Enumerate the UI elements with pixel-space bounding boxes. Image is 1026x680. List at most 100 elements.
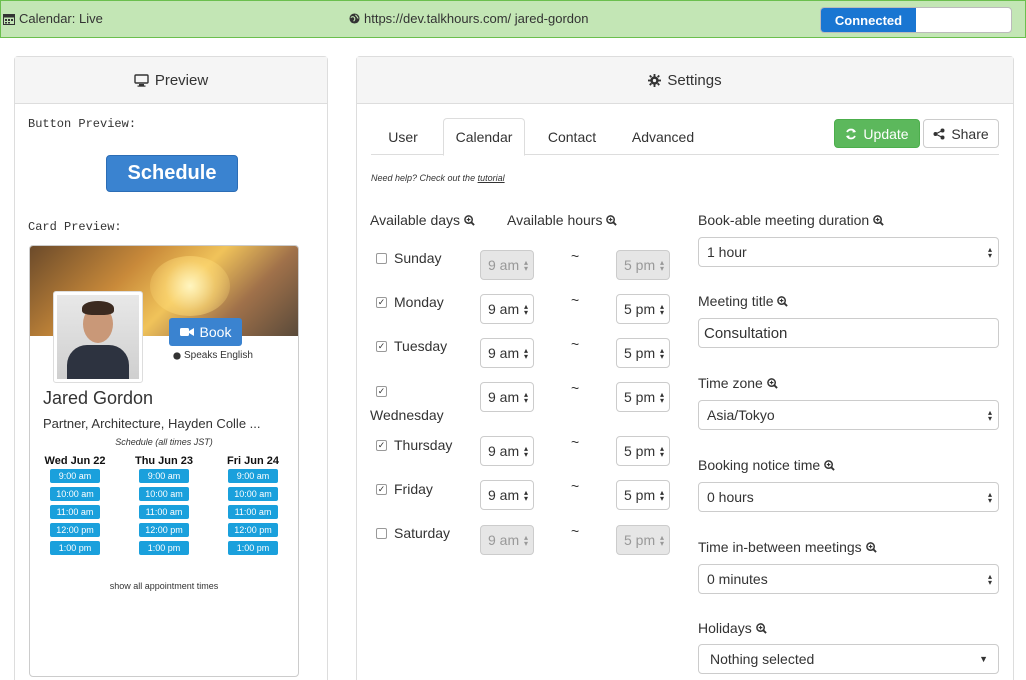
gear-icon xyxy=(648,73,662,87)
calendar-icon xyxy=(3,13,15,25)
profile-url[interactable]: https://dev.talkhours.com/ jared-gordon xyxy=(349,11,589,26)
zoom-in-icon[interactable] xyxy=(865,541,877,553)
share-button[interactable]: Share xyxy=(923,119,999,148)
day-checkbox-thursday[interactable]: ✓ xyxy=(376,440,387,451)
end-time-select[interactable]: 5 pm ▴ ▾ xyxy=(616,294,670,324)
zoom-in-icon[interactable] xyxy=(873,214,884,226)
notice-select[interactable]: 0 hours ▴ ▾ xyxy=(698,482,999,512)
time-slot[interactable]: 9:00 am xyxy=(228,469,278,483)
day-header: Thu Jun 23 xyxy=(134,455,194,467)
share-icon xyxy=(933,128,945,139)
between-value: 0 minutes xyxy=(707,571,768,587)
time-slot[interactable]: 10:00 am xyxy=(228,487,278,501)
time-slot[interactable]: 12:00 pm xyxy=(139,523,189,537)
time-slot[interactable]: 9:00 am xyxy=(50,469,100,483)
available-days-label: Available days xyxy=(370,212,475,228)
end-time-value: 5 pm xyxy=(624,487,656,503)
zoom-in-icon[interactable] xyxy=(777,295,789,307)
time-slot[interactable]: 10:00 am xyxy=(139,487,189,501)
time-slot[interactable]: 10:00 am xyxy=(50,487,100,501)
card-name: Jared Gordon xyxy=(43,388,154,408)
end-time-select: 5 pm ▴ ▾ xyxy=(616,250,670,280)
language-text: Speaks English xyxy=(184,350,253,361)
range-separator: ~ xyxy=(571,523,580,539)
end-time-select[interactable]: 5 pm ▴ ▾ xyxy=(616,338,670,368)
meeting-title-input[interactable]: Consultation xyxy=(698,318,999,348)
tab-user[interactable]: User xyxy=(371,118,435,155)
time-slot[interactable]: 11:00 am xyxy=(139,505,189,519)
end-time-value: 5 pm xyxy=(624,389,656,405)
start-time-select[interactable]: 9 am ▴ ▾ xyxy=(480,294,534,324)
tab-advanced[interactable]: Advanced xyxy=(621,118,705,155)
between-label-text: Time in-between meetings xyxy=(698,539,862,555)
notice-label-text: Booking notice time xyxy=(698,457,821,473)
end-time-select[interactable]: 5 pm ▴ ▾ xyxy=(616,382,670,412)
day-label-saturday: Saturday xyxy=(394,525,451,541)
duration-label-text: Book-able meeting duration xyxy=(698,212,870,228)
day-checkbox-tuesday[interactable]: ✓ xyxy=(376,341,387,352)
day-header: Wed Jun 22 xyxy=(44,455,106,467)
start-time-select[interactable]: 9 am ▴ ▾ xyxy=(480,436,534,466)
time-slot[interactable]: 1:00 pm xyxy=(228,541,278,555)
start-time-select[interactable]: 9 am ▴ ▾ xyxy=(480,382,534,412)
zoom-in-icon[interactable] xyxy=(767,377,778,389)
start-time-select: 9 am ▴ ▾ xyxy=(480,525,534,555)
schedule-button[interactable]: Schedule xyxy=(106,155,238,192)
day-checkbox-wednesday[interactable]: ✓ xyxy=(376,386,387,397)
end-time-select[interactable]: 5 pm ▴ ▾ xyxy=(616,436,670,466)
between-select[interactable]: 0 minutes ▴ ▾ xyxy=(698,564,999,594)
caret-down-icon: ▼ xyxy=(979,654,988,664)
time-slot[interactable]: 12:00 pm xyxy=(50,523,100,537)
time-slot[interactable]: 11:00 am xyxy=(50,505,100,519)
profile-url-text: https://dev.talkhours.com/ jared-gordon xyxy=(364,11,589,26)
zoom-in-icon[interactable] xyxy=(824,459,835,471)
card-job-title: Partner, Architecture, Hayden Colle ... xyxy=(43,416,261,431)
holidays-label: Holidays xyxy=(698,620,767,636)
notice-label: Booking notice time xyxy=(698,457,835,473)
tutorial-link[interactable]: tutorial xyxy=(478,173,505,183)
duration-value: 1 hour xyxy=(707,244,747,260)
zoom-in-icon[interactable] xyxy=(606,214,618,226)
end-time-select[interactable]: 5 pm ▴ ▾ xyxy=(616,480,670,510)
globe-icon xyxy=(349,13,360,24)
calendar-status-label: Calendar: Live xyxy=(19,11,103,26)
day-label-sunday: Sunday xyxy=(394,250,442,266)
time-slot[interactable]: 11:00 am xyxy=(228,505,278,519)
day-checkbox-friday[interactable]: ✓ xyxy=(376,484,387,495)
update-button[interactable]: Update xyxy=(834,119,920,148)
show-all-times-link[interactable]: show all appointment times xyxy=(30,581,298,591)
duration-select[interactable]: 1 hour ▴ ▾ xyxy=(698,237,999,267)
schedule-note: Schedule (all times JST) xyxy=(115,437,213,447)
status-bar: Calendar: Live https://dev.talkhours.com… xyxy=(0,0,1026,38)
tab-calendar[interactable]: Calendar xyxy=(443,118,525,156)
calendar-status: Calendar: Live xyxy=(3,11,103,26)
holidays-select[interactable]: Nothing selected ▼ xyxy=(698,644,999,674)
time-slot[interactable]: 1:00 pm xyxy=(139,541,189,555)
zoom-in-icon[interactable] xyxy=(464,214,475,226)
day-checkbox-sunday[interactable] xyxy=(376,253,387,264)
zoom-in-icon[interactable] xyxy=(755,622,767,634)
share-button-label: Share xyxy=(951,125,989,142)
range-separator: ~ xyxy=(571,292,580,308)
time-slot[interactable]: 1:00 pm xyxy=(50,541,100,555)
time-slot[interactable]: 9:00 am xyxy=(139,469,189,483)
preview-title: Preview xyxy=(154,71,209,89)
meeting-title-label-text: Meeting title xyxy=(698,293,774,309)
day-column: Fri Jun 24 9:00 am 10:00 am 11:00 am 12:… xyxy=(213,455,293,559)
help-text: Need help? Check out the tutorial xyxy=(371,173,505,183)
timezone-select[interactable]: Asia/Tokyo ▴ ▾ xyxy=(698,400,999,430)
settings-panel: Settings User Calendar Contact Advanced … xyxy=(356,56,1014,680)
tab-contact[interactable]: Contact xyxy=(535,118,609,155)
start-time-value: 9 am xyxy=(488,443,520,459)
day-checkbox-saturday[interactable] xyxy=(376,528,387,539)
holidays-value: Nothing selected xyxy=(710,651,815,667)
card-preview-label: Card Preview: xyxy=(28,220,122,234)
time-slot[interactable]: 12:00 pm xyxy=(228,523,278,537)
range-separator: ~ xyxy=(571,336,580,352)
meeting-title-label: Meeting title xyxy=(698,293,789,309)
start-time-select[interactable]: 9 am ▴ ▾ xyxy=(480,480,534,510)
start-time-select[interactable]: 9 am ▴ ▾ xyxy=(480,338,534,368)
day-checkbox-monday[interactable]: ✓ xyxy=(376,297,387,308)
book-button[interactable]: Book xyxy=(169,318,242,346)
connection-toggle[interactable]: Connected xyxy=(820,7,1012,33)
